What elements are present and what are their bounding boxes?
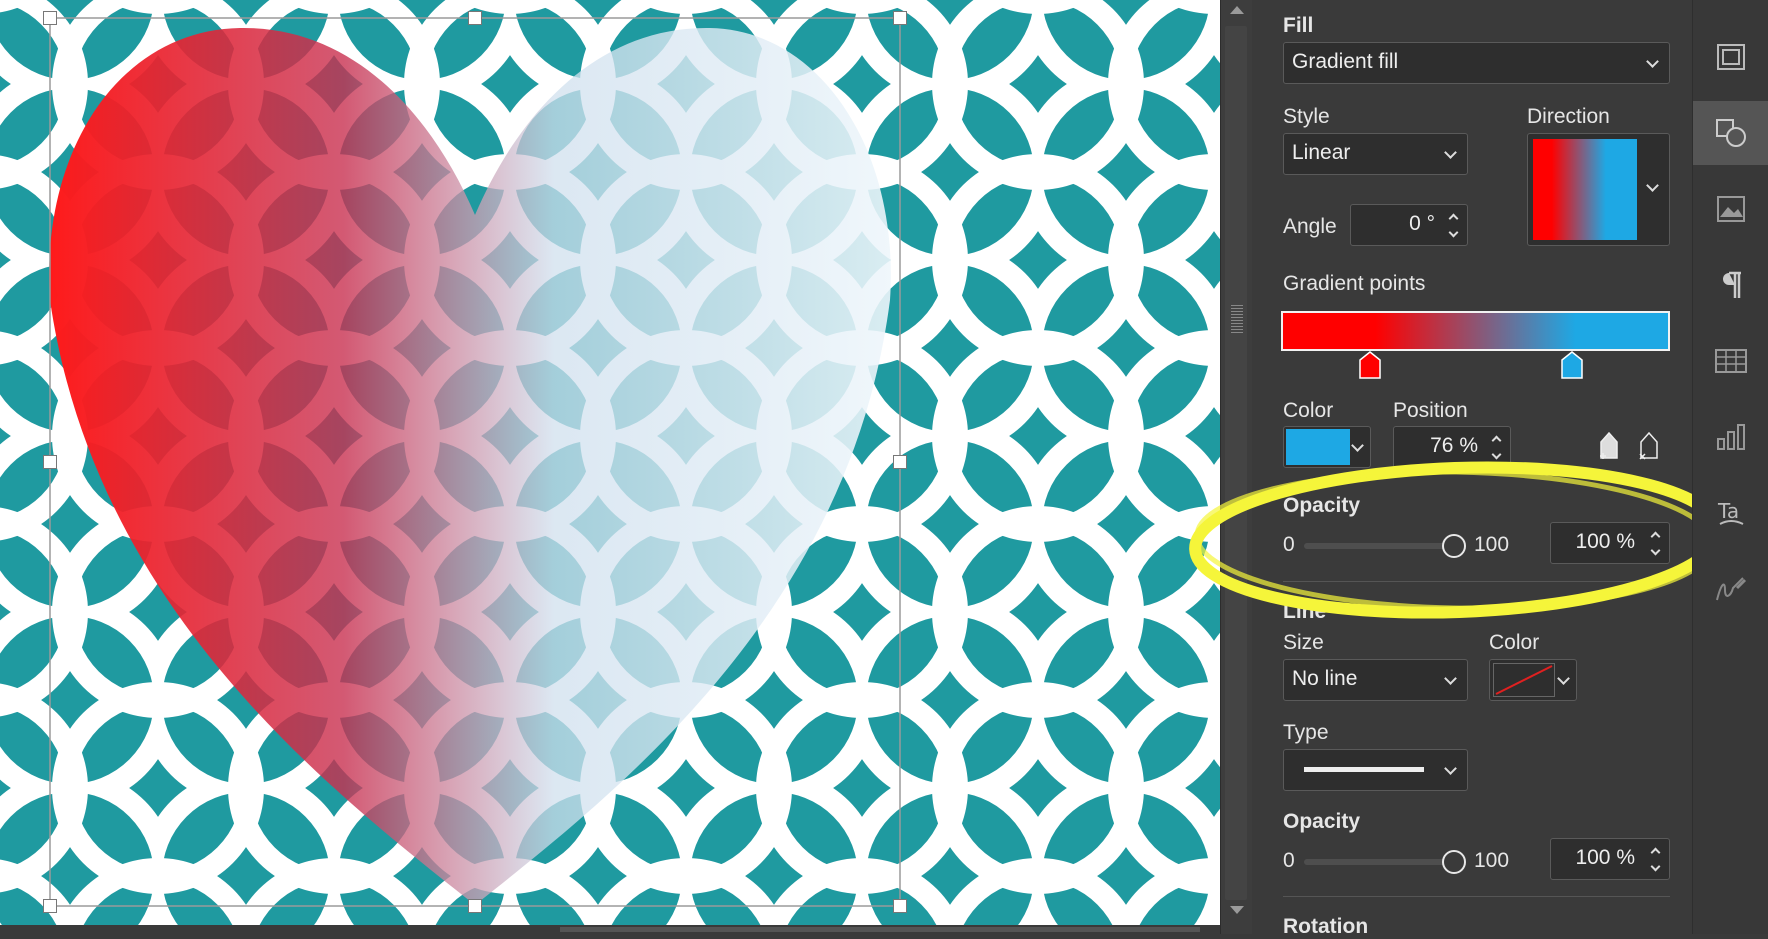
text-art-icon[interactable]: Ta [1693,481,1768,545]
slide-canvas-svg [0,0,1220,925]
line-opacity-increment-icon[interactable] [1650,847,1661,858]
resize-handle-middle-left[interactable] [43,455,57,469]
gradient-points-label: Gradient points [1283,272,1426,295]
position-label: Position [1393,399,1468,422]
resize-handle-top-right[interactable] [893,11,907,25]
line-color-picker[interactable] [1489,659,1577,701]
chart-icon[interactable] [1693,405,1768,469]
line-opacity-value: 100 % [1575,846,1635,869]
shape-settings-icon[interactable] [1693,101,1768,165]
scroll-up-icon[interactable] [1230,6,1244,14]
position-increment-icon[interactable] [1491,435,1502,446]
line-opacity-slider-thumb[interactable] [1442,850,1466,874]
line-color-label: Color [1489,631,1540,654]
fill-type-select[interactable]: Gradient fill [1283,42,1670,84]
resize-handle-bottom-left[interactable] [43,899,57,913]
resize-handle-middle-right[interactable] [893,455,907,469]
scroll-down-icon[interactable] [1230,906,1244,914]
gradient-stop-blue[interactable] [1561,351,1583,379]
chevron-down-icon [1646,179,1659,192]
rotation-section-title: Rotation [1283,915,1369,938]
line-opacity-max: 100 [1474,849,1510,872]
signature-icon[interactable] [1693,557,1768,621]
line-size-select[interactable]: No line [1283,659,1468,701]
line-opacity-decrement-icon[interactable] [1650,861,1661,872]
angle-label: Angle [1283,215,1337,238]
table-icon[interactable] [1693,329,1768,393]
line-type-select[interactable] [1283,749,1468,791]
document-canvas[interactable] [0,0,1220,925]
resize-handle-bottom-right[interactable] [893,899,907,913]
line-rotation-divider [1283,896,1670,897]
gradient-bar[interactable] [1281,311,1670,351]
angle-spinner[interactable]: 0 ° [1350,204,1468,246]
chevron-down-icon [1646,55,1659,68]
fill-type-value: Gradient fill [1292,50,1399,73]
angle-value: 0 ° [1409,212,1435,235]
chevron-down-icon [1444,762,1457,775]
line-opacity-spinner[interactable]: 100 % [1550,838,1670,880]
gradient-stop-red[interactable] [1359,351,1381,379]
line-type-label: Type [1283,721,1329,744]
slide-settings-icon[interactable] [1693,25,1768,89]
line-opacity-min: 0 [1283,849,1295,872]
chevron-down-icon [1557,672,1570,685]
line-size-label: Size [1283,631,1324,654]
horizontal-scrollbar[interactable] [0,925,1240,934]
image-settings-icon[interactable] [1693,177,1768,241]
fill-section-title: Fill [1283,14,1314,37]
angle-decrement-icon[interactable] [1448,227,1459,238]
direction-label: Direction [1527,105,1610,128]
line-size-value: No line [1292,667,1358,690]
resize-handle-top-center[interactable] [468,11,482,25]
no-color-swatch-icon [1493,663,1555,697]
direction-gradient-preview [1533,139,1637,240]
style-select[interactable]: Linear [1283,133,1468,175]
chevron-down-icon [1351,439,1364,452]
paragraph-icon[interactable] [1693,253,1768,317]
highlight-annotation [1189,461,1725,619]
chevron-down-icon [1444,146,1457,159]
direction-picker[interactable] [1527,133,1670,246]
style-value: Linear [1292,141,1351,164]
angle-increment-icon[interactable] [1448,213,1459,224]
style-label: Style [1283,105,1330,128]
horizontal-scroll-thumb[interactable] [560,927,1200,932]
settings-sidebar: Ta [1692,0,1768,934]
chevron-down-icon [1444,672,1457,685]
line-opacity-label: Opacity [1283,810,1361,833]
resize-handle-bottom-center[interactable] [468,899,482,913]
color-label: Color [1283,399,1334,422]
line-type-preview [1304,767,1424,772]
svg-text:Ta: Ta [1717,499,1739,523]
scroll-grip-icon[interactable] [1231,305,1243,333]
resize-handle-top-left[interactable] [43,11,57,25]
line-opacity-slider-track[interactable] [1304,859,1454,865]
